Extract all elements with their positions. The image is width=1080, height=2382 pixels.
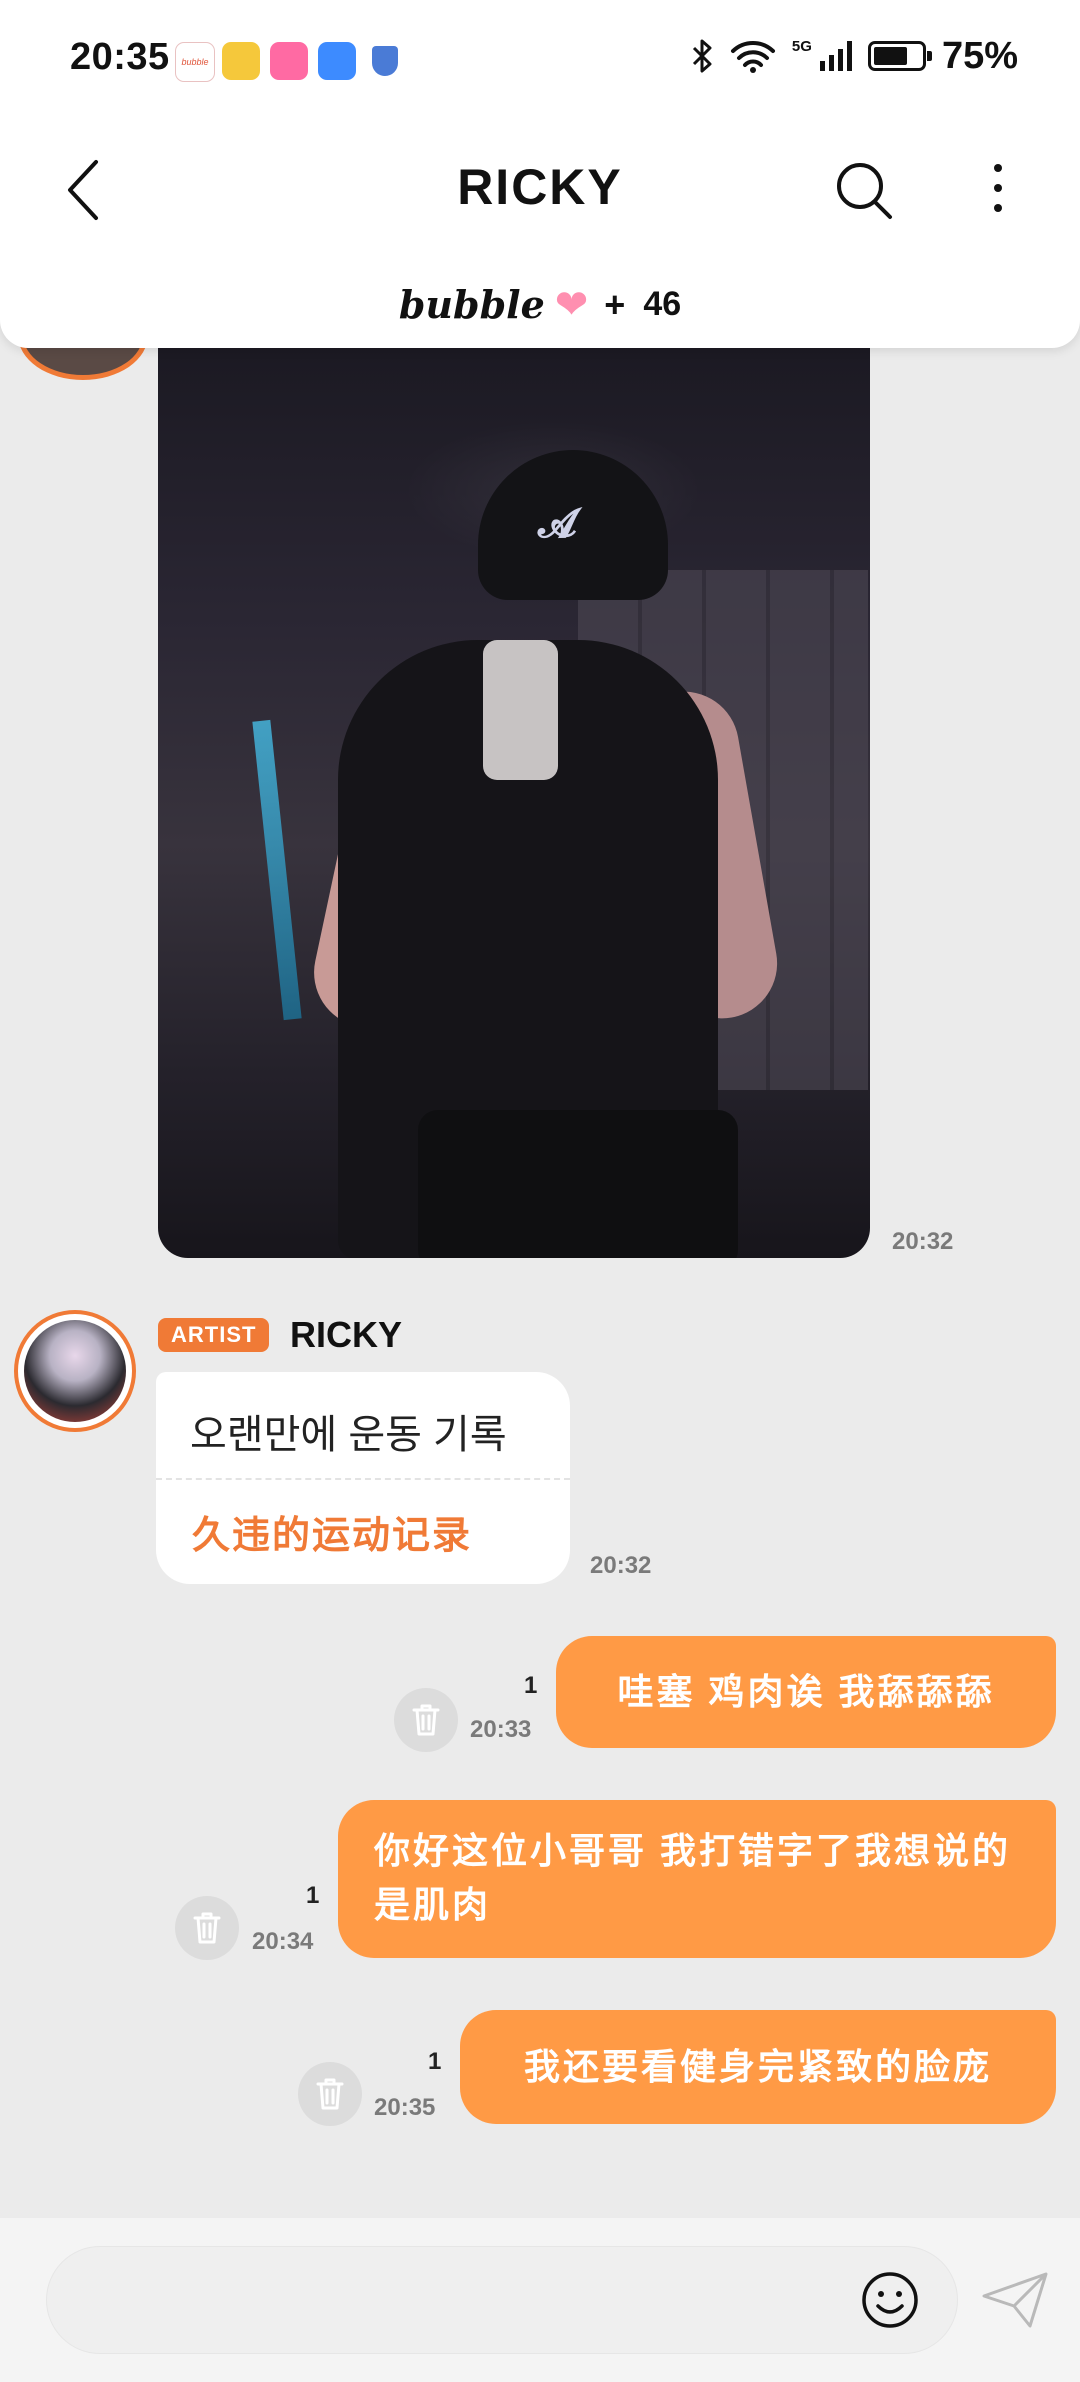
- emoji-icon: [862, 2272, 918, 2328]
- bubble-app-icon: bubble: [175, 42, 215, 82]
- my-message-bubble[interactable]: 你好这位小哥哥 我打错字了我想说的是肌肉: [338, 1800, 1056, 1958]
- photo-phone: [483, 640, 558, 780]
- artist-avatar[interactable]: [14, 1310, 136, 1432]
- unread-count: 1: [524, 1672, 538, 1699]
- status-time: 20:35: [70, 36, 170, 78]
- artist-message-bubble[interactable]: 오랜만에 운동 기록 久违的运动记录: [156, 1372, 570, 1584]
- delete-icon[interactable]: [394, 1688, 458, 1752]
- search-button[interactable]: [830, 150, 900, 230]
- more-vertical-icon: [994, 164, 1002, 212]
- bubble-plus: +: [604, 283, 626, 325]
- more-options-button[interactable]: [970, 150, 1030, 230]
- delete-icon[interactable]: [298, 2062, 362, 2126]
- unread-count: 1: [306, 1882, 320, 1909]
- message-time: 20:33: [470, 1716, 532, 1743]
- delete-icon[interactable]: [175, 1896, 239, 1960]
- photo-light: [252, 719, 302, 1021]
- status-indicators: 5G 75%: [690, 34, 1018, 78]
- bilibili-icon: [270, 42, 308, 80]
- message-time: 20:35: [374, 2094, 436, 2121]
- message-time: 20:32: [590, 1552, 652, 1579]
- unread-count: 1: [428, 2048, 442, 2075]
- bubble-logo: bubble: [398, 282, 545, 327]
- photo-shorts: [418, 1110, 738, 1258]
- message-time: 20:32: [892, 1228, 954, 1255]
- page-title: RICKY: [457, 159, 623, 215]
- status-bar: 20:35 bubble 5G 75%: [0, 0, 1080, 120]
- emoji-button[interactable]: [858, 2268, 922, 2332]
- heart-icon: ❤: [554, 282, 589, 327]
- back-button[interactable]: [50, 150, 120, 230]
- translation-divider: [156, 1478, 570, 1480]
- bubble-count: 46: [643, 285, 682, 323]
- battery-percent: 75%: [941, 34, 1018, 77]
- send-icon: [982, 2272, 1048, 2328]
- artist-name: RICKY: [290, 1314, 403, 1355]
- app-header: 20:35 bubble 5G 75% RICKY bubble ❤ + 46: [0, 0, 1080, 348]
- message-time: 20:34: [252, 1928, 314, 1955]
- bubble-subscription[interactable]: bubble ❤ + 46: [0, 282, 1080, 327]
- artist-badge: ARTIST: [158, 1318, 270, 1352]
- signal-icon: [819, 41, 852, 71]
- message-input[interactable]: [46, 2246, 958, 2354]
- message-icon: [318, 42, 356, 80]
- wifi-icon: [730, 41, 775, 73]
- my-message-bubble[interactable]: 哇塞 鸡肉诶 我舔舔舔: [556, 1636, 1056, 1748]
- bluetooth-icon: [692, 39, 712, 73]
- send-button[interactable]: [980, 2268, 1050, 2332]
- battery-icon: [867, 41, 932, 71]
- chevron-left-icon: [68, 160, 98, 220]
- artist-message-translation: 久违的运动记录: [192, 1515, 473, 1557]
- shield-icon: [372, 46, 398, 76]
- my-message-bubble[interactable]: 我还要看健身完紧致的脸庞: [460, 2010, 1056, 2124]
- input-bar: [0, 2218, 1080, 2382]
- search-icon: [837, 163, 892, 219]
- weibo-icon: [222, 42, 260, 80]
- artist-message-text: 오랜만에 운동 기록: [190, 1413, 507, 1457]
- chat-image[interactable]: 𝓐: [158, 340, 870, 1258]
- network-type: 5G: [791, 37, 812, 55]
- cap-logo: 𝓐: [538, 500, 577, 547]
